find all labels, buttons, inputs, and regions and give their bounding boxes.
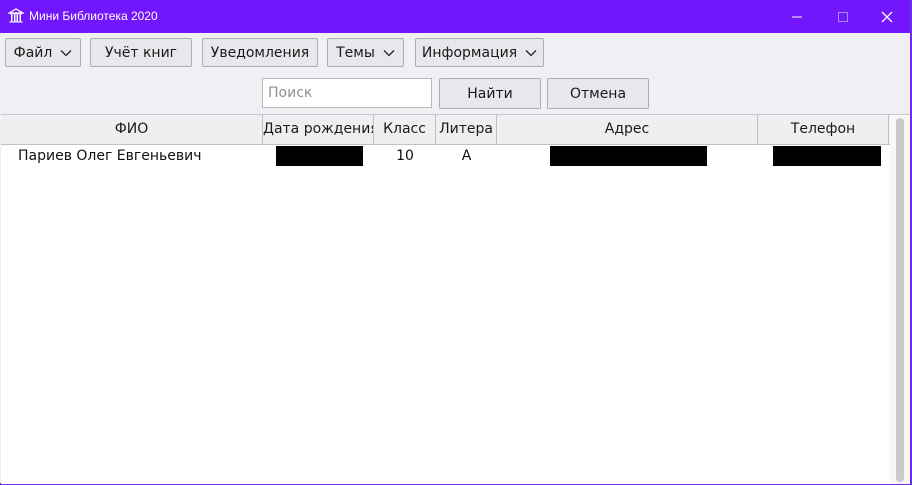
- table-row[interactable]: Париев Олег Евгеньевич 10 А: [1, 145, 890, 167]
- close-icon: [881, 11, 893, 22]
- vertical-scrollbar[interactable]: [890, 115, 910, 484]
- notifications-label: Уведомления: [210, 44, 310, 61]
- info-menu-label: Информация: [421, 44, 518, 61]
- books-button[interactable]: Учёт книг: [90, 38, 192, 67]
- cancel-label: Отмена: [569, 85, 627, 102]
- column-header-class[interactable]: Класс: [374, 115, 436, 144]
- find-button[interactable]: Найти: [439, 78, 541, 109]
- themes-menu-label: Темы: [336, 44, 375, 61]
- title-bar[interactable]: Мини Библиотека 2020: [0, 0, 910, 33]
- column-header-litera[interactable]: Литера: [436, 115, 497, 144]
- students-table[interactable]: ФИО Дата рождения Класс Литера Адрес Тел…: [1, 114, 910, 484]
- chevron-down-icon: [60, 49, 72, 56]
- file-menu-label: Файл: [13, 44, 53, 61]
- chevron-down-icon: [525, 49, 537, 56]
- column-header-address[interactable]: Адрес: [497, 115, 758, 144]
- maximize-button[interactable]: [820, 0, 866, 33]
- notifications-button[interactable]: Уведомления: [202, 38, 318, 67]
- cell-phone-redacted: [773, 146, 881, 166]
- app-window: Мини Библиотека 2020 Файл Учёт книг Увед…: [0, 0, 912, 485]
- find-label: Найти: [467, 85, 513, 102]
- file-menu-button[interactable]: Файл: [5, 38, 81, 67]
- minimize-button[interactable]: [774, 0, 820, 33]
- column-header-fio[interactable]: ФИО: [1, 115, 263, 144]
- library-icon: [8, 8, 24, 23]
- maximize-icon: [838, 11, 848, 22]
- books-label: Учёт книг: [104, 44, 178, 61]
- cell-litera: А: [461, 148, 472, 164]
- chevron-down-icon: [383, 49, 395, 56]
- column-header-phone[interactable]: Телефон: [758, 115, 889, 144]
- window-title: Мини Библиотека 2020: [29, 9, 158, 23]
- info-menu-button[interactable]: Информация: [415, 38, 544, 67]
- cell-class: 10: [396, 148, 414, 164]
- search-input[interactable]: [262, 78, 432, 108]
- cell-birth-date-redacted: [276, 146, 363, 166]
- themes-menu-button[interactable]: Темы: [327, 38, 404, 67]
- cell-fio: Париев Олег Евгеньевич: [18, 148, 202, 164]
- cell-address-redacted: [550, 146, 707, 166]
- table-header: ФИО Дата рождения Класс Литера Адрес Тел…: [1, 115, 890, 145]
- scrollbar-thumb[interactable]: [896, 118, 904, 482]
- minimize-icon: [792, 16, 802, 17]
- close-button[interactable]: [864, 0, 910, 33]
- column-header-birth-date[interactable]: Дата рождения: [263, 115, 374, 144]
- cancel-button[interactable]: Отмена: [547, 78, 649, 109]
